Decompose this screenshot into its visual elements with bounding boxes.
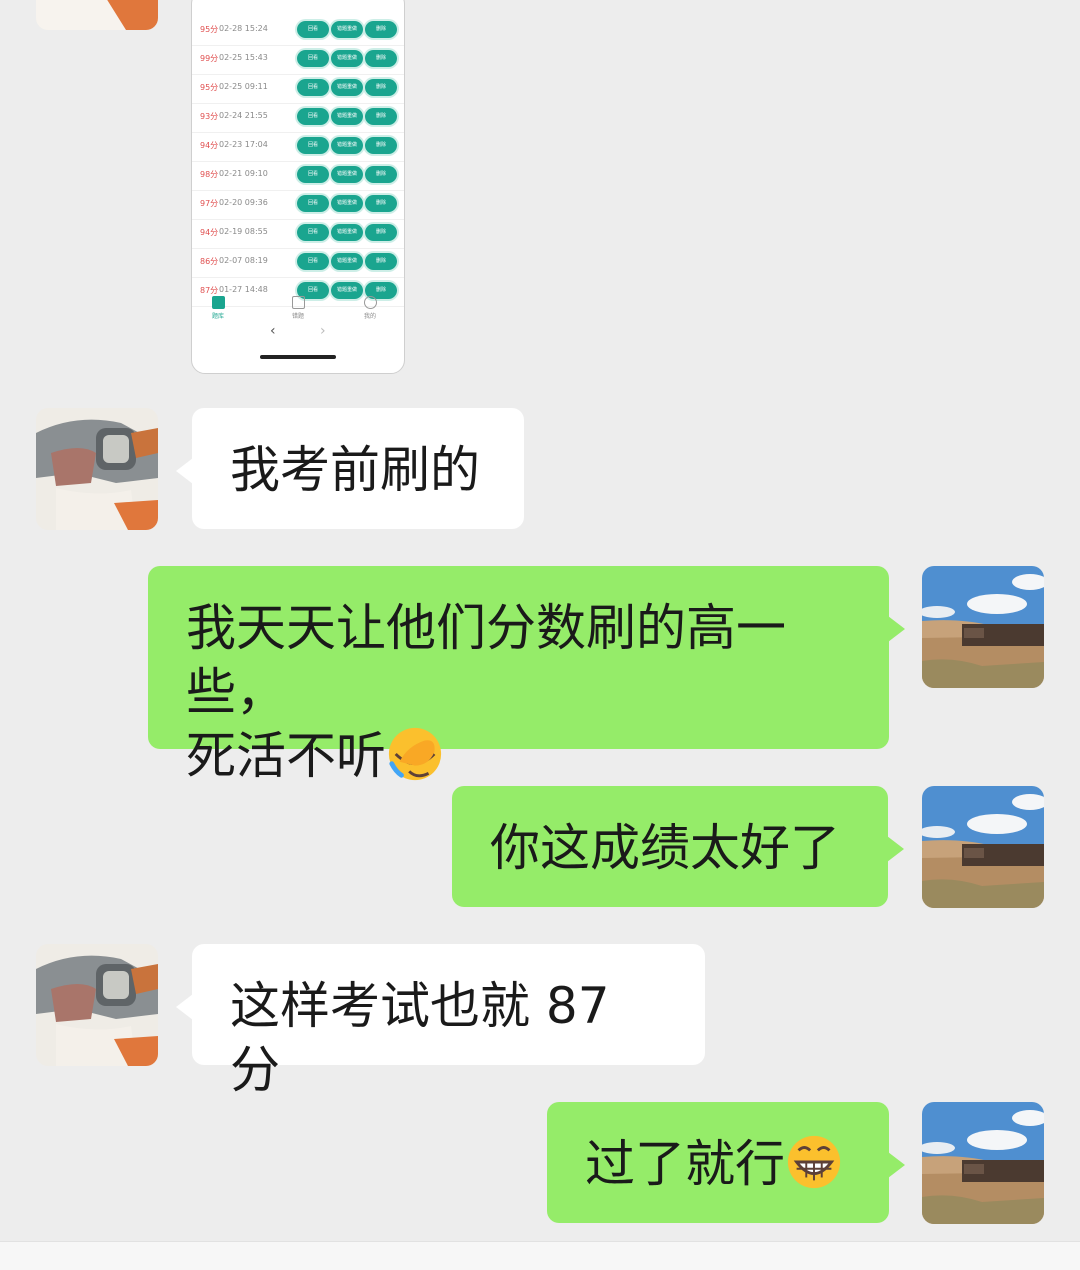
- score-value: 87分: [200, 286, 219, 295]
- redo-wrong-button: 错题重做: [331, 21, 363, 38]
- record-time: 02-28 15:24: [219, 24, 268, 33]
- shared-screenshot-image[interactable]: 95分 02-28 15:24 回看 错题重做 删除 99分 02-25 15:43 回看 错题…: [191, 0, 405, 374]
- score-record-row: 99分 02-25 15:43 回看 错题重做 删除: [192, 46, 404, 75]
- face-palm-crying-emoji-icon: [386, 725, 444, 783]
- score-record-row: 86分 02-07 08:19 回看 错题重做 删除: [192, 249, 404, 278]
- message-text: 我天天让他们分数刷的高一些，: [186, 599, 786, 721]
- message-bubble-sent[interactable]: 你这成绩太好了: [452, 786, 904, 907]
- record-time: 02-19 08:55: [219, 227, 268, 236]
- redo-wrong-button: 错题重做: [331, 50, 363, 67]
- record-time: 02-25 09:11: [219, 82, 268, 91]
- record-time: 01-27 14:48: [219, 285, 268, 294]
- review-button: 回看: [297, 253, 329, 270]
- review-button: 回看: [297, 79, 329, 96]
- avatar-friend[interactable]: [36, 944, 158, 1066]
- home-indicator: [260, 355, 336, 359]
- message-text: 过了就行: [585, 1135, 785, 1193]
- score-record-row: 93分 02-24 21:55 回看 错题重做 删除: [192, 104, 404, 133]
- record-time: 02-24 21:55: [219, 111, 268, 120]
- redo-wrong-button: 错题重做: [331, 253, 363, 270]
- input-bar[interactable]: [0, 1241, 1080, 1270]
- message-bubble-sent[interactable]: 过了就行: [547, 1102, 905, 1223]
- avatar-self[interactable]: [922, 1102, 1044, 1224]
- review-button: 回看: [297, 166, 329, 183]
- message-bubble-received[interactable]: 这样考试也就 87 分: [176, 944, 705, 1099]
- avatar-friend[interactable]: [36, 0, 158, 30]
- score-value: 94分: [200, 228, 219, 237]
- book-icon: [211, 296, 225, 309]
- redo-wrong-button: 错题重做: [331, 108, 363, 125]
- review-button: 回看: [297, 137, 329, 154]
- tab-wrong-questions: 错题: [278, 296, 318, 320]
- score-record-row: 94分 02-19 08:55 回看 错题重做 删除: [192, 220, 404, 249]
- redo-wrong-button: 错题重做: [331, 224, 363, 241]
- score-value: 98分: [200, 170, 219, 179]
- score-record-row: 95分 02-25 09:11 回看 错题重做 删除: [192, 75, 404, 104]
- avatar-self[interactable]: [922, 566, 1044, 688]
- review-button: 回看: [297, 195, 329, 212]
- grinning-face-emoji-icon: [785, 1133, 843, 1191]
- score-value: 95分: [200, 83, 219, 92]
- review-button: 回看: [297, 21, 329, 38]
- delete-button: 删除: [365, 50, 397, 67]
- tab-question-bank: 题库: [198, 296, 238, 320]
- record-time: 02-25 15:43: [219, 53, 268, 62]
- message-bubble-sent[interactable]: 我天天让他们分数刷的高一些， 死活不听: [148, 566, 905, 785]
- tab-mine: 我的: [350, 296, 390, 320]
- delete-button: 删除: [365, 21, 397, 38]
- score-record-row: 97分 02-20 09:36 回看 错题重做 删除: [192, 191, 404, 220]
- score-value: 93分: [200, 112, 219, 121]
- redo-wrong-button: 错题重做: [331, 166, 363, 183]
- record-time: 02-21 09:10: [219, 169, 268, 178]
- delete-button: 删除: [365, 253, 397, 270]
- score-value: 86分: [200, 257, 219, 266]
- score-record-row: 98分 02-21 09:10 回看 错题重做 删除: [192, 162, 404, 191]
- delete-button: 删除: [365, 195, 397, 212]
- smile-icon: [363, 296, 377, 309]
- delete-button: 删除: [365, 137, 397, 154]
- delete-button: 删除: [365, 224, 397, 241]
- score-value: 97分: [200, 199, 219, 208]
- review-button: 回看: [297, 224, 329, 241]
- review-button: 回看: [297, 108, 329, 125]
- delete-button: 删除: [365, 166, 397, 183]
- message-bubble-received[interactable]: 我考前刷的: [176, 408, 524, 529]
- delete-button: 删除: [365, 108, 397, 125]
- score-value: 99分: [200, 54, 219, 63]
- review-button: 回看: [297, 50, 329, 67]
- record-time: 02-07 08:19: [219, 256, 268, 265]
- forward-chevron-icon: ›: [320, 323, 326, 339]
- score-record-row: 95分 02-28 15:24 回看 错题重做 删除: [192, 17, 404, 46]
- message-text: 这样考试也就 87 分: [230, 977, 610, 1099]
- redo-wrong-button: 错题重做: [331, 137, 363, 154]
- record-time: 02-20 09:36: [219, 198, 268, 207]
- back-chevron-icon: ‹: [270, 323, 276, 339]
- delete-button: 删除: [365, 79, 397, 96]
- score-value: 95分: [200, 25, 219, 34]
- record-time: 02-23 17:04: [219, 140, 268, 149]
- score-value: 94分: [200, 141, 219, 150]
- redo-wrong-button: 错题重做: [331, 195, 363, 212]
- redo-wrong-button: 错题重做: [331, 79, 363, 96]
- calendar-icon: [291, 296, 305, 309]
- message-text: 我考前刷的: [230, 441, 480, 499]
- message-text: 死活不听: [186, 727, 386, 785]
- score-record-row: 94分 02-23 17:04 回看 错题重做 删除: [192, 133, 404, 162]
- avatar-friend[interactable]: [36, 408, 158, 530]
- message-text: 你这成绩太好了: [490, 819, 840, 877]
- avatar-self[interactable]: [922, 786, 1044, 908]
